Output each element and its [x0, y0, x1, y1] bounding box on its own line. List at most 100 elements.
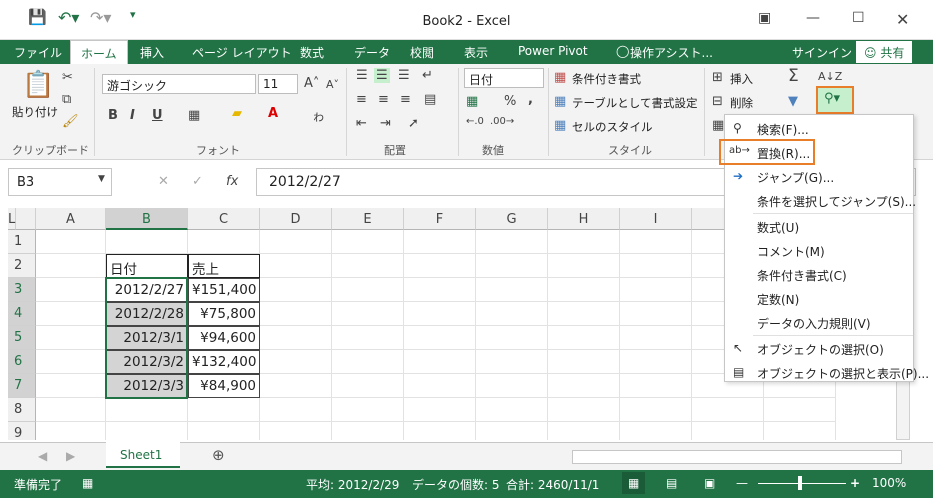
align-left-icon[interactable]: ≡: [356, 92, 367, 107]
column-header[interactable]: C: [188, 208, 260, 230]
column-header[interactable]: I: [620, 208, 692, 230]
grid-cell[interactable]: [188, 398, 260, 422]
row-header[interactable]: 6: [8, 350, 36, 374]
grid-cell[interactable]: [548, 350, 620, 374]
delete-cells-button[interactable]: 削除: [730, 95, 753, 111]
tab-power-pivot[interactable]: Power Pivot: [518, 44, 588, 58]
paste-button[interactable]: 貼り付け: [12, 104, 58, 120]
grid-cell[interactable]: [620, 374, 692, 398]
grid-cell[interactable]: [404, 326, 476, 350]
enter-icon[interactable]: ✓: [192, 174, 203, 189]
grid-cell[interactable]: [476, 350, 548, 374]
grid-cell[interactable]: [620, 278, 692, 302]
grid-cell[interactable]: [764, 422, 836, 440]
grid-cell[interactable]: [620, 326, 692, 350]
cut-icon[interactable]: ✂: [62, 70, 73, 85]
row-header[interactable]: 1: [8, 230, 36, 254]
grid-cell[interactable]: [476, 254, 548, 278]
sign-in-link[interactable]: サインイン: [792, 44, 852, 61]
format-painter-icon[interactable]: 🖌: [62, 114, 79, 129]
tell-me-box[interactable]: 操作アシスト...: [630, 44, 713, 61]
align-top-icon[interactable]: ☰: [356, 68, 368, 83]
close-icon[interactable]: ✕: [896, 10, 909, 29]
grid-cell[interactable]: [332, 422, 404, 440]
grid-cell[interactable]: [332, 230, 404, 254]
grid-cell[interactable]: [332, 254, 404, 278]
grid-cell[interactable]: [332, 326, 404, 350]
bold-button[interactable]: B: [108, 108, 118, 123]
grid-cell[interactable]: [260, 374, 332, 398]
grid-cell[interactable]: [260, 350, 332, 374]
grid-cell[interactable]: [36, 254, 106, 278]
grid-cell[interactable]: [476, 374, 548, 398]
menu-item-conditional-formatting[interactable]: 条件付き書式(C): [725, 263, 913, 287]
zoom-slider[interactable]: [758, 483, 846, 484]
grid-cell[interactable]: [260, 326, 332, 350]
autosum-icon[interactable]: Σ: [788, 66, 799, 86]
format-as-table-button[interactable]: テーブルとして書式設定: [572, 95, 697, 111]
find-select-button[interactable]: ⚲▾: [816, 86, 854, 114]
name-box-dropdown-icon[interactable]: ▼: [98, 174, 105, 184]
grid-cell[interactable]: [36, 398, 106, 422]
menu-item-goto-special[interactable]: 条件を選択してジャンプ(S)...: [725, 189, 916, 213]
row-header[interactable]: 3: [8, 278, 36, 302]
grid-cell[interactable]: [106, 230, 188, 254]
macro-record-icon[interactable]: ▦: [82, 476, 93, 490]
grid-cell[interactable]: [476, 278, 548, 302]
grid-cell[interactable]: [188, 230, 260, 254]
menu-item-comments[interactable]: コメント(M): [725, 239, 913, 263]
grid-cell[interactable]: [332, 350, 404, 374]
page-layout-view-icon[interactable]: ▤: [666, 476, 677, 490]
grid-cell[interactable]: [548, 230, 620, 254]
insert-function-button[interactable]: fx: [226, 174, 238, 189]
grid-cell[interactable]: [548, 374, 620, 398]
grid-cell[interactable]: [548, 422, 620, 440]
align-center-icon[interactable]: ≡: [378, 92, 389, 107]
menu-item-replace[interactable]: ab→ 置換(R)...: [719, 139, 815, 165]
increase-indent-icon[interactable]: ⇥: [380, 116, 391, 131]
row-header[interactable]: 7: [8, 374, 36, 398]
grid-cell[interactable]: [36, 302, 106, 326]
column-header[interactable]: F: [404, 208, 476, 230]
tab-data[interactable]: データ: [354, 44, 390, 61]
fill-icon[interactable]: ▼: [788, 94, 798, 109]
grid-cell[interactable]: [548, 398, 620, 422]
shrink-font-icon[interactable]: A˅: [326, 78, 339, 91]
grid-cell[interactable]: [404, 278, 476, 302]
scroll-right-icon[interactable]: ▶: [66, 449, 75, 463]
grid-cell[interactable]: [260, 254, 332, 278]
sales-cell[interactable]: ¥75,800: [188, 302, 260, 326]
row-header[interactable]: 5: [8, 326, 36, 350]
header-date[interactable]: 日付: [106, 254, 188, 278]
underline-button[interactable]: U: [152, 108, 163, 123]
grid-cell[interactable]: [692, 398, 764, 422]
grid-cell[interactable]: [620, 230, 692, 254]
menu-item-constants[interactable]: 定数(N): [725, 287, 913, 311]
grid-cell[interactable]: [36, 278, 106, 302]
sales-cell[interactable]: ¥94,600: [188, 326, 260, 350]
grid-cell[interactable]: [36, 326, 106, 350]
grid-cell[interactable]: [332, 302, 404, 326]
align-bottom-icon[interactable]: ☰: [398, 68, 410, 83]
grid-cell[interactable]: [332, 398, 404, 422]
grid-cell[interactable]: [36, 422, 106, 440]
sales-cell[interactable]: ¥132,400: [188, 350, 260, 374]
column-header[interactable]: E: [332, 208, 404, 230]
grid-cell[interactable]: [476, 398, 548, 422]
grid-cell[interactable]: [404, 230, 476, 254]
grid-cell[interactable]: [548, 278, 620, 302]
paste-icon[interactable]: 📋: [22, 70, 54, 100]
row-header[interactable]: 9: [8, 422, 36, 440]
grid-cell[interactable]: [404, 374, 476, 398]
column-header[interactable]: B: [106, 208, 188, 230]
zoom-thumb[interactable]: [798, 476, 802, 490]
cell-styles-button[interactable]: セルのスタイル: [572, 119, 653, 135]
grid-cell[interactable]: [620, 302, 692, 326]
conditional-format-button[interactable]: 条件付き書式: [572, 71, 641, 87]
wrap-text-icon[interactable]: ↵: [422, 68, 433, 83]
copy-icon[interactable]: ⧉: [62, 92, 71, 107]
comma-button[interactable]: ,: [528, 92, 533, 107]
share-button[interactable]: ☺ 共有: [856, 41, 913, 63]
grid-cell[interactable]: [620, 254, 692, 278]
grid-cell[interactable]: [404, 422, 476, 440]
